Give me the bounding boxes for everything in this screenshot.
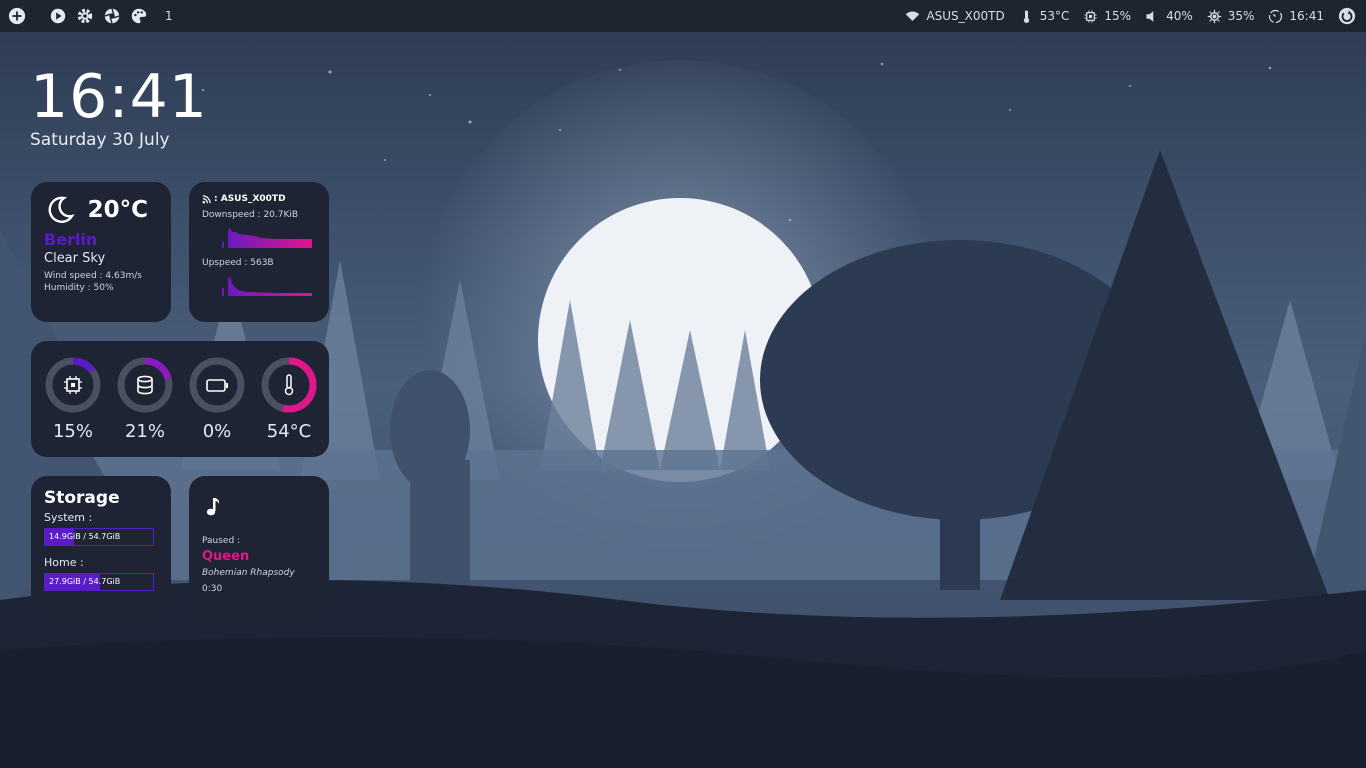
music-status: Paused : [202, 536, 241, 546]
home-storage-label: Home : [44, 556, 84, 569]
brightness-label: 35% [1227, 9, 1255, 23]
power-icon[interactable] [1338, 7, 1356, 25]
music-song-title: Bohemian Rhapsody [202, 568, 295, 578]
cpu-gauge: 15% [43, 355, 103, 443]
battery-icon [206, 379, 228, 392]
disk-gauge: 21% [115, 355, 175, 443]
add-circle-icon[interactable] [8, 7, 26, 25]
brightness-icon [1207, 9, 1221, 23]
cpu-value: 15% [52, 421, 93, 442]
home-storage-text: 27.9GiB / 54.7GiB [49, 577, 121, 586]
weather-condition: Clear Sky [44, 251, 106, 266]
aperture-icon[interactable] [103, 7, 121, 25]
clock-time: 16:41 [30, 62, 208, 132]
system-storage-text: 14.9GiB / 54.7GiB [49, 532, 121, 541]
weather-temperature: 20°C [87, 197, 148, 223]
cpu-status[interactable]: 15% [1083, 9, 1131, 24]
network-ssid: : ASUS_X00TD [214, 194, 286, 204]
music-artist: Queen [202, 549, 250, 564]
downspeed-label: Downspeed : 20.7KiB [202, 210, 299, 220]
wifi-icon [906, 11, 920, 21]
cpu-icon [1084, 10, 1097, 22]
storage-title: Storage [44, 488, 120, 508]
clock-icon [1269, 9, 1283, 23]
cpu-label: 15% [1104, 9, 1132, 23]
volume-status[interactable]: 40% [1145, 9, 1193, 24]
thermometer-icon [1023, 10, 1029, 23]
weather-widget: 20°C Berlin Clear Sky Wind speed : 4.63m… [31, 182, 171, 322]
upspeed-graph [216, 276, 312, 296]
clock-status[interactable]: 16:41 [1268, 9, 1324, 24]
system-storage-bar: 14.9GiB / 54.7GiB [44, 528, 154, 546]
volume-label: 40% [1166, 9, 1193, 23]
downspeed-graph [216, 228, 312, 248]
system-storage-label: System : [44, 511, 93, 524]
weather-humidity: Humidity : 50% [44, 283, 114, 293]
temperature-label: 53°C [1039, 9, 1070, 23]
upspeed-label: Upspeed : 563B [202, 258, 274, 268]
temperature-value: 54°C [266, 421, 312, 442]
system-stats-widget: 15% 21% 0% 54°C [31, 341, 329, 457]
network-widget: : ASUS_X00TD Downspeed : 20.7KiB Upspeed… [189, 182, 329, 322]
battery-gauge: 0% [187, 355, 247, 443]
settings-icon[interactable] [76, 7, 94, 25]
volume-icon [1146, 10, 1154, 22]
brightness-status[interactable]: 35% [1207, 9, 1255, 24]
home-storage-bar: 27.9GiB / 54.7GiB [44, 573, 154, 591]
music-note-icon [206, 498, 220, 516]
temperature-gauge: 54°C [259, 355, 319, 443]
palette-icon[interactable] [130, 7, 148, 25]
disk-icon [137, 375, 153, 395]
temperature-status[interactable]: 53°C [1019, 9, 1070, 24]
wifi-label: ASUS_X00TD [926, 9, 1005, 23]
cpu-icon [64, 376, 82, 394]
moon-icon [48, 196, 75, 223]
thermometer-icon [284, 374, 294, 396]
rss-icon [202, 194, 211, 203]
wifi-status[interactable]: ASUS_X00TD [905, 9, 1005, 24]
music-widget: Paused : Queen Bohemian Rhapsody 0:30 [189, 476, 329, 614]
clock-date: Saturday 30 July [30, 130, 170, 150]
desktop-clock: 16:41 Saturday 30 July [30, 62, 208, 150]
clock-label: 16:41 [1289, 9, 1324, 23]
music-elapsed-time: 0:30 [202, 584, 223, 594]
battery-value: 0% [202, 421, 232, 442]
play-icon[interactable] [49, 7, 67, 25]
storage-widget: Storage System : 14.9GiB / 54.7GiB Home … [31, 476, 171, 614]
weather-city: Berlin [44, 230, 98, 249]
weather-wind: Wind speed : 4.63m/s [44, 271, 142, 281]
workspace-indicator[interactable]: 1 [165, 9, 173, 23]
disk-value: 21% [124, 421, 165, 442]
top-bar: 1 ASUS_X00TD 53°C 15% 40% 35% 16:41 [0, 0, 1366, 32]
